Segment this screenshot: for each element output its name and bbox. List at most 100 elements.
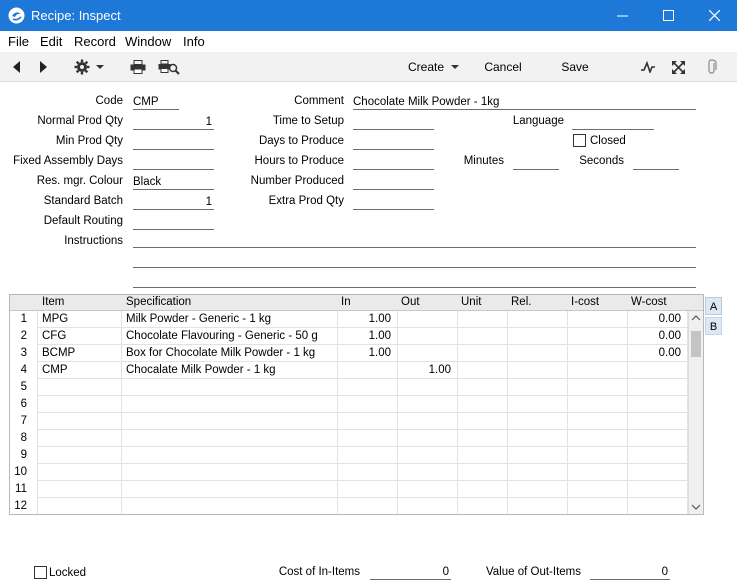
specification-cell[interactable]	[122, 396, 338, 413]
scroll-down-icon[interactable]	[689, 502, 703, 512]
specification-cell[interactable]	[122, 481, 338, 498]
out-cell[interactable]	[398, 498, 458, 514]
item-cell[interactable]: CMP	[38, 362, 122, 379]
out-cell[interactable]	[398, 413, 458, 430]
column-header-out[interactable]: Out	[401, 296, 420, 308]
in-cell[interactable]	[338, 481, 398, 498]
w-cost-cell[interactable]: 0.00	[628, 345, 688, 362]
w-cost-cell[interactable]	[628, 396, 688, 413]
create-menu-button[interactable]: Create	[405, 52, 465, 82]
in-cell[interactable]	[338, 447, 398, 464]
out-cell[interactable]	[398, 430, 458, 447]
minimize-button[interactable]	[599, 0, 645, 31]
rel-cell[interactable]	[508, 481, 568, 498]
unit-cell[interactable]	[458, 464, 508, 481]
language-field[interactable]	[572, 115, 654, 130]
i-cost-cell[interactable]	[568, 362, 628, 379]
i-cost-cell[interactable]	[568, 447, 628, 464]
item-cell[interactable]	[38, 481, 122, 498]
next-record-button[interactable]	[33, 52, 53, 82]
in-cell[interactable]	[338, 396, 398, 413]
table-row[interactable]: 10	[10, 464, 688, 481]
w-cost-cell[interactable]	[628, 447, 688, 464]
item-cell[interactable]	[38, 464, 122, 481]
min-prod-qty-field[interactable]	[133, 135, 214, 150]
item-cell[interactable]	[38, 447, 122, 464]
rel-cell[interactable]	[508, 430, 568, 447]
scroll-up-icon[interactable]	[689, 313, 703, 323]
card-tab-a[interactable]: A	[705, 297, 722, 315]
column-header-specification[interactable]: Specification	[126, 296, 191, 308]
rel-cell[interactable]	[508, 345, 568, 362]
table-row[interactable]: 8	[10, 430, 688, 447]
unit-cell[interactable]	[458, 396, 508, 413]
item-cell[interactable]: BCMP	[38, 345, 122, 362]
scrollbar-thumb[interactable]	[691, 331, 701, 357]
w-cost-cell[interactable]	[628, 379, 688, 396]
table-row[interactable]: 3 BCMP Box for Chocolate Milk Powder - 1 k…	[10, 345, 688, 362]
unit-cell[interactable]	[458, 362, 508, 379]
i-cost-cell[interactable]	[568, 430, 628, 447]
unit-cell[interactable]	[458, 328, 508, 345]
out-cell[interactable]	[398, 379, 458, 396]
rel-cell[interactable]	[508, 464, 568, 481]
normal-prod-qty-field[interactable]: 1	[133, 115, 214, 130]
comment-field[interactable]: Chocolate Milk Powder - 1kg	[353, 95, 696, 110]
save-button[interactable]: Save	[555, 52, 595, 82]
item-cell[interactable]: CFG	[38, 328, 122, 345]
i-cost-cell[interactable]	[568, 481, 628, 498]
specification-cell[interactable]: Chocalate Milk Powder - 1 kg	[122, 362, 338, 379]
out-cell[interactable]	[398, 481, 458, 498]
grid-scrollbar[interactable]	[688, 311, 703, 514]
in-cell[interactable]	[338, 362, 398, 379]
i-cost-cell[interactable]	[568, 413, 628, 430]
item-cell[interactable]	[38, 498, 122, 514]
i-cost-cell[interactable]	[568, 311, 628, 328]
operations-menu-button[interactable]	[72, 52, 106, 82]
locked-checkbox[interactable]	[34, 566, 47, 579]
specification-cell[interactable]	[122, 413, 338, 430]
table-row[interactable]: 5	[10, 379, 688, 396]
item-cell[interactable]	[38, 430, 122, 447]
specification-cell[interactable]: Box for Chocolate Milk Powder - 1 kg	[122, 345, 338, 362]
out-cell[interactable]	[398, 328, 458, 345]
attachment-button[interactable]	[702, 52, 722, 82]
seconds-field[interactable]	[633, 155, 679, 170]
in-cell[interactable]	[338, 379, 398, 396]
unit-cell[interactable]	[458, 345, 508, 362]
hours-to-produce-field[interactable]	[353, 155, 434, 170]
minutes-field[interactable]	[513, 155, 559, 170]
table-row[interactable]: 4 CMP Chocalate Milk Powder - 1 kg 1.00	[10, 362, 688, 379]
unit-cell[interactable]	[458, 311, 508, 328]
column-header-i-cost[interactable]: I-cost	[571, 296, 599, 308]
recipe-rows-grid[interactable]: Item Specification In Out Unit Rel. I-co…	[9, 294, 704, 515]
maximize-button[interactable]	[645, 0, 691, 31]
w-cost-cell[interactable]	[628, 481, 688, 498]
i-cost-cell[interactable]	[568, 498, 628, 514]
in-cell[interactable]	[338, 430, 398, 447]
time-to-setup-field[interactable]	[353, 115, 434, 130]
table-row[interactable]: 2 CFG Chocolate Flavouring - Generic - 50 …	[10, 328, 688, 345]
rel-cell[interactable]	[508, 328, 568, 345]
table-row[interactable]: 7	[10, 413, 688, 430]
column-header-w-cost[interactable]: W-cost	[631, 296, 667, 308]
previous-record-button[interactable]	[6, 52, 26, 82]
w-cost-cell[interactable]	[628, 498, 688, 514]
w-cost-cell[interactable]	[628, 362, 688, 379]
menu-record[interactable]: Record	[74, 34, 116, 49]
expand-window-button[interactable]	[668, 52, 688, 82]
unit-cell[interactable]	[458, 447, 508, 464]
i-cost-cell[interactable]	[568, 464, 628, 481]
standard-batch-field[interactable]: 1	[133, 195, 214, 210]
item-cell[interactable]	[38, 379, 122, 396]
table-row[interactable]: 12	[10, 498, 688, 514]
in-cell[interactable]: 1.00	[338, 311, 398, 328]
extra-prod-qty-field[interactable]	[353, 195, 434, 210]
fixed-assembly-days-field[interactable]	[133, 155, 214, 170]
menu-window[interactable]: Window	[125, 34, 171, 49]
out-cell[interactable]	[398, 464, 458, 481]
in-cell[interactable]	[338, 413, 398, 430]
specification-cell[interactable]: Chocolate Flavouring - Generic - 50 g	[122, 328, 338, 345]
table-row[interactable]: 11	[10, 481, 688, 498]
i-cost-cell[interactable]	[568, 396, 628, 413]
